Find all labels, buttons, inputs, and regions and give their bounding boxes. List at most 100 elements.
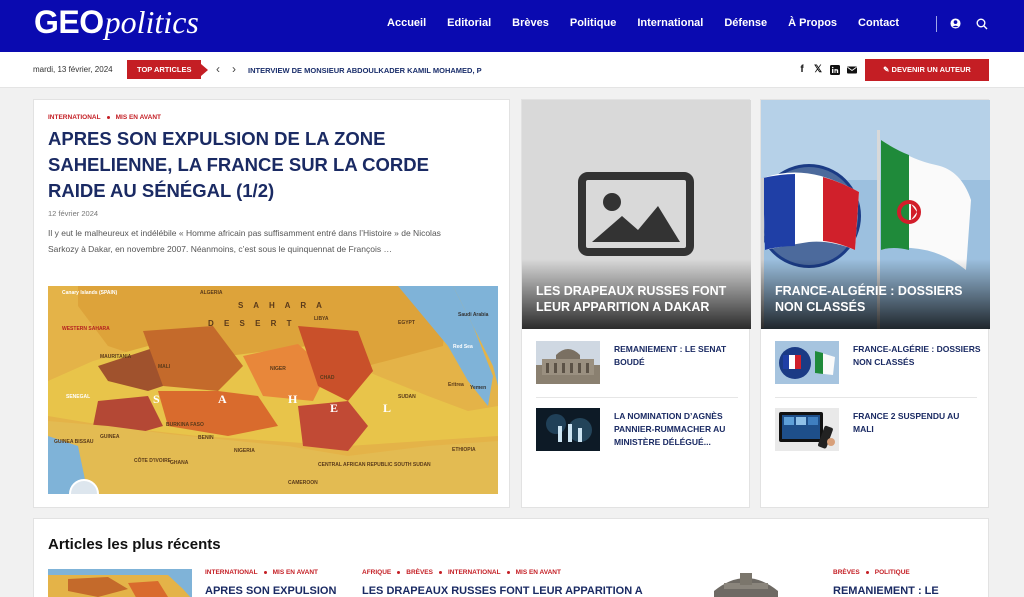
map-label: MALI xyxy=(158,364,171,370)
recent-thumbnail[interactable] xyxy=(674,569,818,597)
list-item[interactable]: LA NOMINATION D’AGNÈS PANNIER-RUMMACHER … xyxy=(536,408,742,452)
recent-articles-section: Articles les plus récents INTERNATIONAL M… xyxy=(33,518,989,597)
site-header: GEOpolitics Accueil Editorial Brèves Pol… xyxy=(0,0,1024,52)
feature-article[interactable]: INTERNATIONAL MIS EN AVANT APRES SON EXPU… xyxy=(33,99,510,508)
nav-international[interactable]: International xyxy=(637,17,703,29)
category-tag[interactable]: MIS EN AVANT xyxy=(516,569,561,576)
map-label: Saudi Arabia xyxy=(458,312,489,318)
ticker-next-icon[interactable]: › xyxy=(232,63,236,75)
category-tag[interactable]: POLITIQUE xyxy=(875,569,910,576)
nav-divider xyxy=(936,16,937,32)
recent-item-title[interactable]: LES DRAPEAUX RUSSES FONT LEUR APPARITION… xyxy=(362,585,652,597)
hero-dakar-flags[interactable]: LES DRAPEAUX RUSSES FONT LEUR APPARITION… xyxy=(522,100,751,329)
map-label: BENIN xyxy=(198,435,214,441)
sahel-map-image[interactable]: Canary Islands (SPAIN) WESTERN SAHARA AL… xyxy=(48,286,498,494)
nav-editorial[interactable]: Editorial xyxy=(447,17,491,29)
nav-apropos[interactable]: À Propos xyxy=(788,17,837,29)
senat-thumbnail[interactable] xyxy=(536,341,600,384)
recent-articles-heading: Articles les plus récents xyxy=(48,536,221,553)
divider xyxy=(536,397,738,398)
list-item[interactable]: REMANIEMENT : LE SENAT BOUDÉ xyxy=(536,341,742,385)
map-label: L xyxy=(383,401,391,415)
sub-bar: mardi, 13 février, 2024 TOP ARTICLES ‹ ›… xyxy=(0,52,1024,88)
pencil-icon: ✎ xyxy=(883,65,890,74)
list-item[interactable]: FRANCE 2 SUSPENDU AU MALI xyxy=(775,408,981,452)
list-item-title[interactable]: FRANCE 2 SUSPENDU AU MALI xyxy=(853,410,981,436)
feature-categories: INTERNATIONAL MIS EN AVANT xyxy=(48,114,161,121)
search-icon[interactable] xyxy=(976,18,988,30)
linkedin-icon[interactable] xyxy=(830,65,840,75)
divider xyxy=(775,397,977,398)
list-item-title[interactable]: FRANCE-ALGÉRIE : DOSSIERS NON CLASSÉS xyxy=(853,343,981,369)
map-label: CÔTE D'IVOIRE xyxy=(134,456,172,464)
feature-title[interactable]: APRES SON EXPULSION DE LA ZONE SAHELIENN… xyxy=(48,126,478,204)
tv-remote-thumbnail[interactable] xyxy=(775,408,839,451)
right-column: FRANCE-ALGÉRIE : DOSSIERS NON CLASSÉS FR… xyxy=(760,99,990,508)
hero-france-algerie[interactable]: FRANCE-ALGÉRIE : DOSSIERS NON CLASSÉS xyxy=(761,100,990,329)
map-label: Yemen xyxy=(470,385,486,391)
feature-date: 12 février 2024 xyxy=(48,209,99,218)
map-label: S A H A R A xyxy=(238,301,326,310)
nav-contact[interactable]: Contact xyxy=(858,17,899,29)
map-label: CAMEROON xyxy=(288,480,318,486)
nav-accueil[interactable]: Accueil xyxy=(387,17,426,29)
category-tag[interactable]: AFRIQUE xyxy=(362,569,391,576)
map-label: CHAD xyxy=(320,375,335,381)
hero-title[interactable]: FRANCE-ALGÉRIE : DOSSIERS NON CLASSÉS xyxy=(775,283,975,315)
list-item[interactable]: FRANCE-ALGÉRIE : DOSSIERS NON CLASSÉS xyxy=(775,341,981,385)
map-label: S xyxy=(153,392,160,406)
map-label: GUINEA BISSAU xyxy=(54,439,94,445)
category-tag[interactable]: MIS EN AVANT xyxy=(273,569,318,576)
category-tag[interactable]: INTERNATIONAL xyxy=(205,569,258,576)
category-tag[interactable]: INTERNATIONAL xyxy=(48,114,101,121)
map-label: NIGER xyxy=(270,366,286,372)
nav-politique[interactable]: Politique xyxy=(570,17,616,29)
category-tag[interactable]: MIS EN AVANT xyxy=(116,114,161,121)
map-label: SENEGAL xyxy=(66,394,90,400)
map-label: BURKINA FASO xyxy=(166,422,204,428)
map-label: WESTERN SAHARA xyxy=(62,326,110,332)
map-label: GHANA xyxy=(170,460,189,466)
user-icon[interactable] xyxy=(950,18,961,29)
map-label: ALGERIA xyxy=(200,290,223,296)
recent-item-title[interactable]: REMANIEMENT : LE xyxy=(833,585,973,597)
recent-item-categories: INTERNATIONAL MIS EN AVANT xyxy=(205,569,318,576)
map-label: SUDAN xyxy=(398,394,416,400)
map-label: A xyxy=(218,392,227,406)
map-label: SOUTH SUDAN xyxy=(394,462,431,468)
map-label: H xyxy=(288,392,298,406)
logo-politics: politics xyxy=(104,4,199,40)
map-label: Red Sea xyxy=(453,344,473,350)
map-label: NIGERIA xyxy=(234,448,255,454)
x-icon[interactable]: 𝕏 xyxy=(813,65,823,75)
author-button-label: DEVENIR UN AUTEUR xyxy=(891,65,971,74)
ticker-headline[interactable]: INTERVIEW DE MONSIEUR ABDOULKADER KAMIL … xyxy=(248,66,482,75)
main-nav: Accueil Editorial Brèves Politique Inter… xyxy=(387,17,899,29)
nav-defense[interactable]: Défense xyxy=(724,17,767,29)
top-articles-badge: TOP ARTICLES xyxy=(127,60,209,79)
feature-excerpt: Il y eut le malheureux et indélébile « H… xyxy=(48,228,441,254)
nav-breves[interactable]: Brèves xyxy=(512,17,549,29)
map-label: LIBYA xyxy=(314,316,329,322)
current-date: mardi, 13 février, 2024 xyxy=(33,65,113,74)
become-author-button[interactable]: ✎ DEVENIR UN AUTEUR xyxy=(865,59,989,81)
map-label: E xyxy=(330,401,338,415)
category-tag[interactable]: INTERNATIONAL xyxy=(448,569,501,576)
category-tag[interactable]: BRÈVES xyxy=(833,569,860,576)
nomination-thumbnail[interactable] xyxy=(536,408,600,451)
hero-title[interactable]: LES DRAPEAUX RUSSES FONT LEUR APPARITION… xyxy=(536,283,736,315)
ticker-prev-icon[interactable]: ‹ xyxy=(216,63,220,75)
category-tag[interactable]: BRÈVES xyxy=(406,569,433,576)
list-item-title[interactable]: LA NOMINATION D’AGNÈS PANNIER-RUMMACHER … xyxy=(614,410,742,449)
recent-thumbnail[interactable] xyxy=(48,569,192,597)
list-item-title[interactable]: REMANIEMENT : LE SENAT BOUDÉ xyxy=(614,343,742,369)
facebook-icon[interactable]: f xyxy=(797,65,807,75)
site-logo[interactable]: GEOpolitics xyxy=(34,4,199,41)
image-placeholder-icon xyxy=(578,172,694,256)
recent-item-title[interactable]: APRES SON EXPULSION xyxy=(205,585,345,597)
map-label: Eritrea xyxy=(448,382,464,388)
recent-item-categories: AFRIQUE BRÈVES INTERNATIONAL MIS EN AVANT xyxy=(362,569,561,576)
mail-icon[interactable] xyxy=(847,65,857,75)
map-label: Canary Islands (SPAIN) xyxy=(62,290,118,296)
flags-thumbnail[interactable] xyxy=(775,341,839,384)
